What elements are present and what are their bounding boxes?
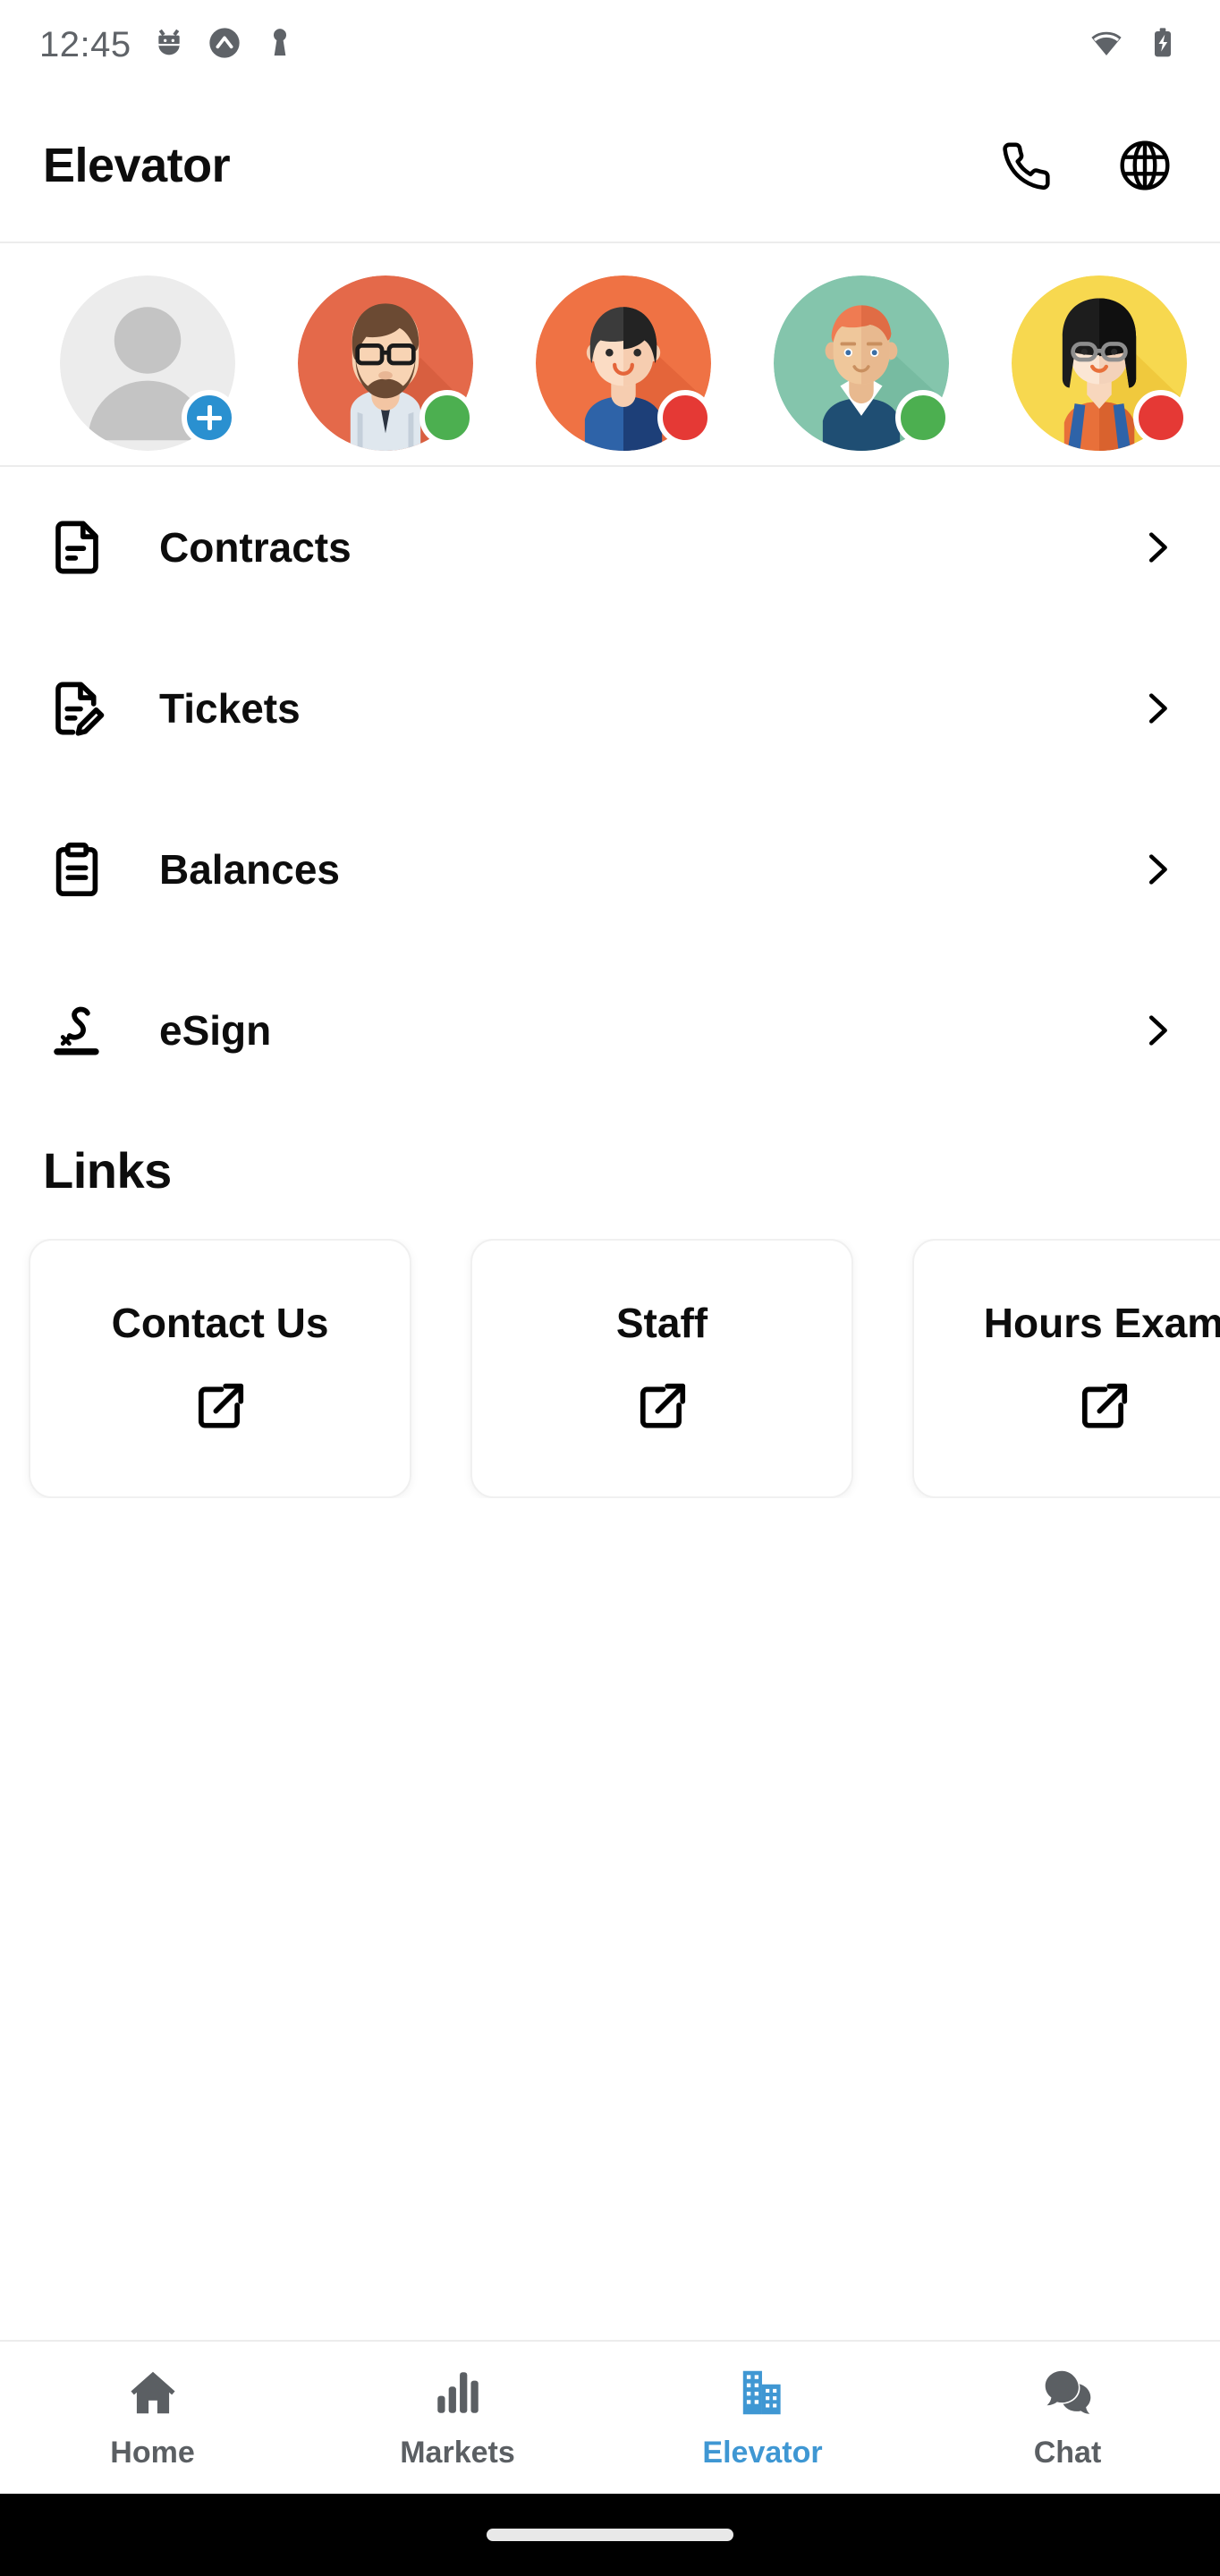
menu-item-tickets[interactable]: Tickets bbox=[0, 628, 1220, 789]
app-screen: 12:45 Elevator Contracts Tickets Balance… bbox=[0, 0, 1220, 2576]
status-bar: 12:45 bbox=[0, 0, 1220, 89]
section-title: Links bbox=[43, 1142, 172, 1199]
contacts-strip[interactable]: New Chat bbox=[0, 243, 1220, 467]
link-card-contact-us[interactable]: Contact Us bbox=[29, 1239, 411, 1498]
menu-item-label: Balances bbox=[159, 846, 341, 893]
menu-item-label: eSign bbox=[159, 1007, 272, 1054]
chevron-up-circle-icon bbox=[207, 25, 242, 65]
avatar bbox=[536, 275, 713, 451]
avatar bbox=[1012, 275, 1189, 451]
bar-chart-icon bbox=[430, 2365, 486, 2425]
nav-item-markets[interactable]: Markets bbox=[305, 2342, 610, 2494]
contacts-list: New Chat bbox=[0, 275, 1220, 465]
status-badge-online bbox=[419, 390, 475, 445]
contact-john-d[interactable]: John D. bbox=[267, 275, 504, 465]
links-section-header: Links bbox=[0, 1111, 1220, 1199]
nav-item-home[interactable]: Home bbox=[0, 2342, 305, 2494]
wifi-icon bbox=[1088, 24, 1125, 66]
link-card-label: Hours Exam bbox=[983, 1299, 1220, 1346]
contact-jane-d[interactable]: Jane D. bbox=[504, 275, 742, 465]
menu-item-esign[interactable]: eSign bbox=[0, 950, 1220, 1111]
clipboard-icon bbox=[47, 839, 122, 900]
status-badge-busy bbox=[1133, 390, 1189, 445]
chevron-right-icon bbox=[1136, 849, 1177, 890]
status-bar-left: 12:45 bbox=[39, 25, 298, 65]
chevron-right-icon bbox=[1136, 1010, 1177, 1051]
document-icon bbox=[47, 517, 122, 578]
chevron-right-icon bbox=[1136, 688, 1177, 729]
chat-bubbles-icon bbox=[1040, 2365, 1096, 2425]
nav-label: Markets bbox=[400, 2436, 515, 2470]
link-card-staff[interactable]: Staff bbox=[470, 1239, 853, 1498]
content-spacer bbox=[0, 1498, 1220, 2340]
status-bar-right bbox=[1088, 24, 1181, 66]
nav-label: Chat bbox=[1033, 2436, 1102, 2470]
menu-item-contracts[interactable]: Contracts bbox=[0, 467, 1220, 628]
battery-charging-icon bbox=[1145, 25, 1181, 65]
menu-item-balances[interactable]: Balances bbox=[0, 789, 1220, 950]
nav-item-chat[interactable]: Chat bbox=[915, 2342, 1220, 2494]
links-cards-scroller[interactable]: Contact Us Staff Hours Exam bbox=[0, 1239, 1220, 1498]
link-card-label: Contact Us bbox=[111, 1299, 329, 1346]
link-card-hours-example[interactable]: Hours Exam bbox=[912, 1239, 1220, 1498]
add-contact-badge[interactable] bbox=[182, 390, 237, 445]
gesture-pill[interactable] bbox=[487, 2529, 733, 2541]
app-bar-actions bbox=[993, 133, 1177, 198]
bottom-navigation: Home Markets Elevator Chat bbox=[0, 2340, 1220, 2494]
android-bug-icon bbox=[151, 25, 187, 65]
document-edit-icon bbox=[47, 678, 122, 739]
globe-icon[interactable] bbox=[1113, 133, 1177, 198]
menu-list: Contracts Tickets Balances eSign bbox=[0, 467, 1220, 1111]
link-card-label: Staff bbox=[615, 1299, 708, 1346]
gesture-bar bbox=[0, 2494, 1220, 2576]
external-link-icon bbox=[1076, 1379, 1131, 1439]
phone-icon[interactable] bbox=[993, 133, 1057, 198]
home-icon bbox=[125, 2365, 181, 2425]
contact-kate-p[interactable]: Kate P. bbox=[980, 275, 1218, 465]
contact-new-chat[interactable]: New Chat bbox=[29, 275, 267, 465]
status-bar-clock: 12:45 bbox=[39, 24, 131, 64]
nav-label: Home bbox=[110, 2436, 195, 2470]
nav-item-elevator[interactable]: Elevator bbox=[610, 2342, 915, 2494]
links-cards: Contact Us Staff Hours Exam bbox=[0, 1239, 1220, 1498]
signature-icon bbox=[47, 1000, 122, 1061]
app-bar: Elevator bbox=[0, 89, 1220, 243]
buildings-icon bbox=[735, 2365, 791, 2425]
external-link-icon bbox=[192, 1379, 248, 1439]
page-title: Elevator bbox=[43, 139, 231, 192]
chevron-right-icon bbox=[1136, 527, 1177, 568]
keyhole-pin-icon bbox=[262, 25, 298, 65]
status-badge-online bbox=[895, 390, 951, 445]
status-badge-busy bbox=[657, 390, 713, 445]
avatar bbox=[298, 275, 475, 451]
menu-item-label: Tickets bbox=[159, 685, 301, 732]
contact-alex-d[interactable]: Alex D. bbox=[742, 275, 980, 465]
avatar bbox=[60, 275, 237, 451]
avatar bbox=[774, 275, 951, 451]
external-link-icon bbox=[634, 1379, 690, 1439]
menu-item-label: Contracts bbox=[159, 524, 352, 571]
nav-label: Elevator bbox=[702, 2436, 823, 2470]
